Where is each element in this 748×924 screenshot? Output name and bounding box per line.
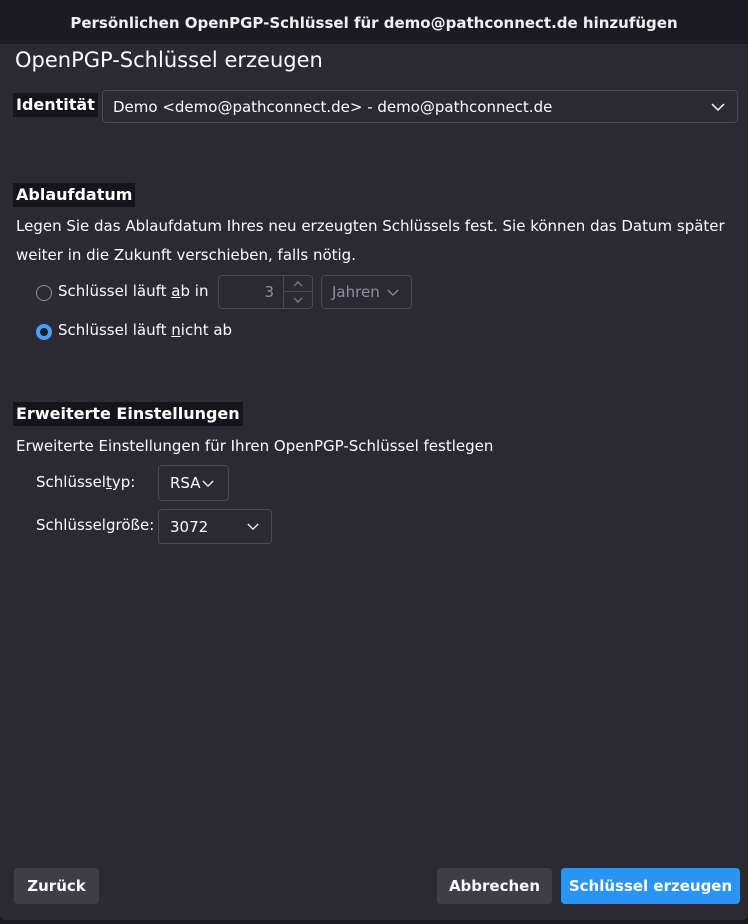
back-button[interactable]: Zurück [14,868,99,904]
expiry-unit-value: Jahren [332,283,380,301]
spinner-down-button[interactable] [284,292,312,307]
advanced-label: Erweiterte Einstellungen [13,402,243,426]
window-titlebar: Persönlichen OpenPGP-Schlüssel für demo@… [0,0,748,44]
chevron-down-icon [387,289,399,297]
radio-never-expires[interactable] [36,324,52,340]
window-title: Persönlichen OpenPGP-Schlüssel für demo@… [70,14,678,32]
radio-expires-in-label[interactable]: Schlüssel läuft ab in [58,277,208,306]
expiry-amount-spinner[interactable]: 3 [218,275,313,309]
identity-select-value: Demo <demo@pathconnect.de> - demo@pathco… [113,97,553,116]
chevron-down-icon [202,480,214,488]
spinner-up-button[interactable] [284,276,312,292]
expiry-amount-value: 3 [264,283,274,301]
identity-select[interactable]: Demo <demo@pathconnect.de> - demo@pathco… [102,90,738,123]
key-size-value: 3072 [170,517,209,536]
spinner-buttons [283,276,312,308]
chevron-up-icon [293,280,303,286]
identity-label: Identität [13,93,98,117]
key-generation-dialog: OpenPGP-Schlüssel erzeugen Identität Dem… [0,44,748,920]
key-size-select[interactable]: 3072 [158,509,272,544]
chevron-down-icon [247,523,259,531]
key-type-value: RSA [170,474,201,492]
expiry-description-line1: Legen Sie das Ablaufdatum Ihres neu erze… [16,217,725,235]
dialog-heading: OpenPGP-Schlüssel erzeugen [15,48,323,72]
advanced-description: Erweiterte Einstellungen für Ihren OpenP… [16,437,494,455]
radio-never-expires-label[interactable]: Schlüssel läuft nicht ab [58,316,232,345]
key-type-label: Schlüsseltyp: [36,473,136,491]
chevron-down-icon [293,297,303,303]
radio-expires-in[interactable] [36,285,52,301]
expiry-unit-select[interactable]: Jahren [321,275,412,309]
key-type-select[interactable]: RSA [158,465,229,501]
cancel-button[interactable]: Abbrechen [437,868,552,904]
key-size-label: Schlüsselgröße: [36,516,155,534]
expiry-description-line2: weiter in die Zukunft verschieben, falls… [16,246,356,264]
expiry-label: Ablaufdatum [13,183,136,207]
chevron-down-icon [711,103,725,112]
generate-key-button[interactable]: Schlüssel erzeugen [561,868,740,904]
